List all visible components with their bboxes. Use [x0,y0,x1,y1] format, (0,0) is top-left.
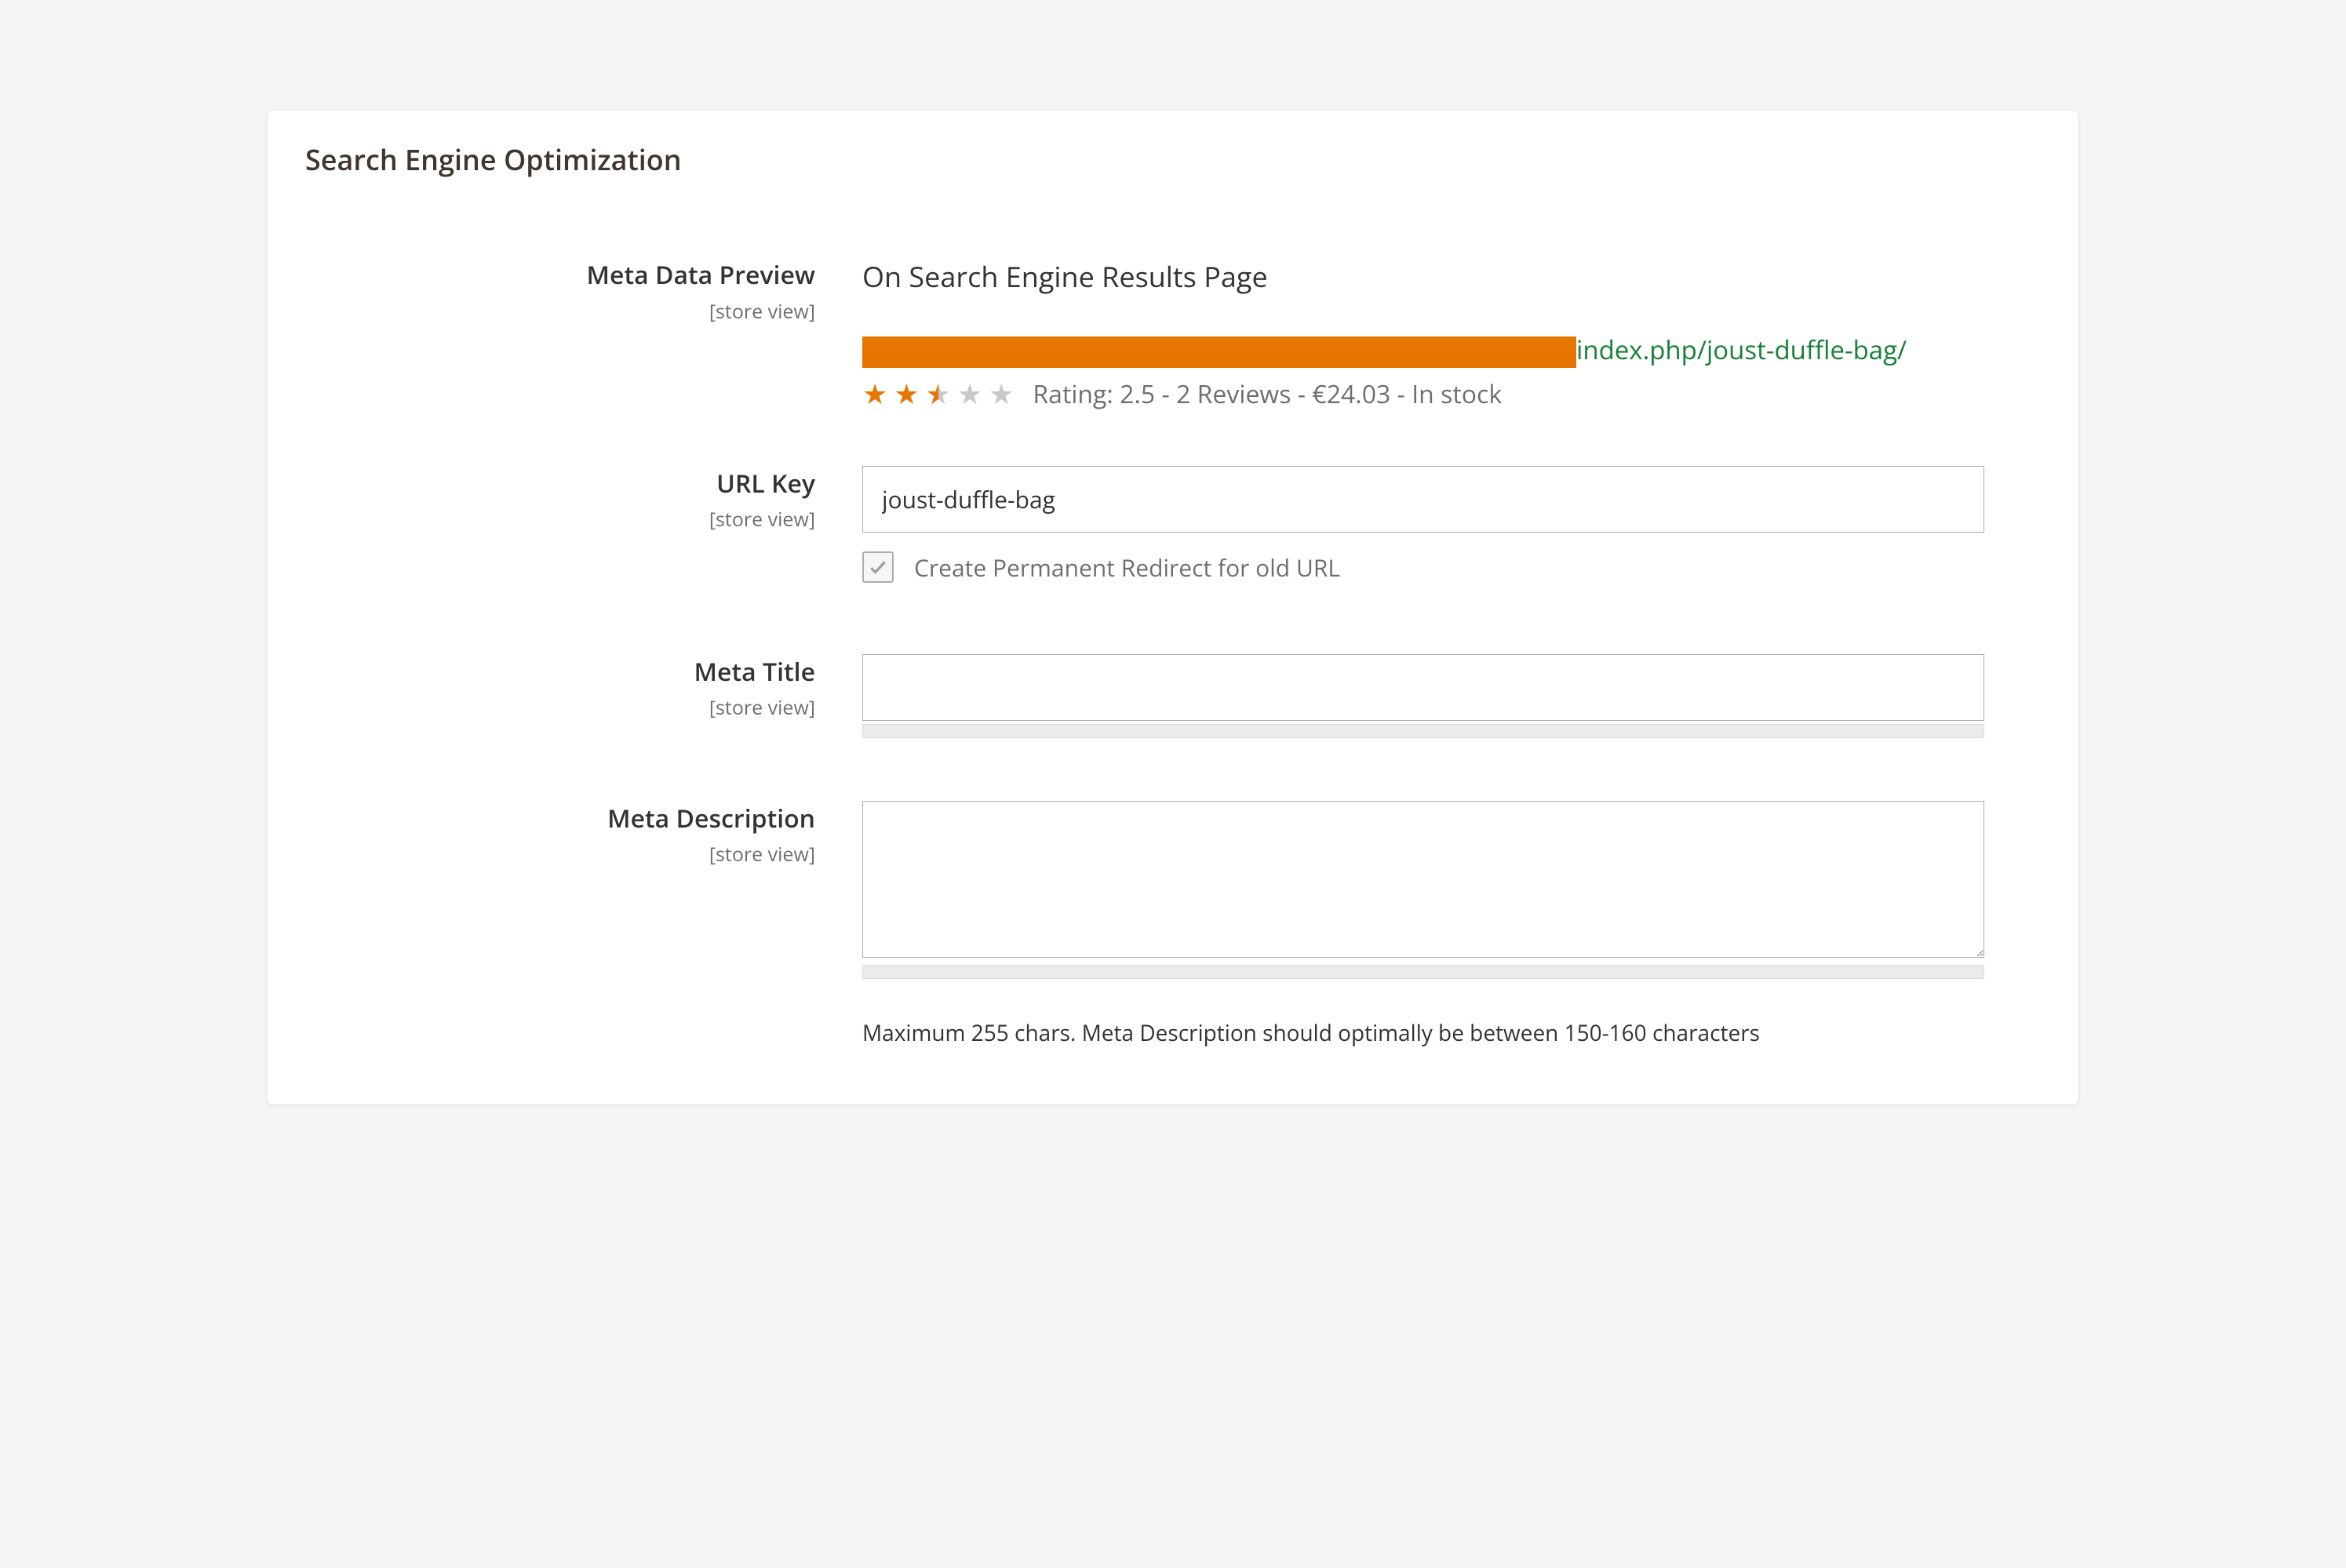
panel-title: Search Engine Optimization [305,140,2041,179]
preview-rating-text: Rating: 2.5 - 2 Reviews - €24.03 - In st… [1033,377,1502,411]
meta-description-length-bar [862,965,1984,979]
label-col-meta-title: Meta Title [store view] [305,654,862,722]
url-key-input[interactable] [862,466,1984,533]
row-meta-title: Meta Title [store view] [305,654,2041,738]
seo-panel: Search Engine Optimization Meta Data Pre… [267,110,2079,1105]
row-url-key: URL Key [store view] Create Permanent Re… [305,466,2041,584]
label-url-key: URL Key [305,467,815,500]
value-col-url-key: Create Permanent Redirect for old URL [862,466,1984,584]
preview-url-visible: index.php/joust-duffle-bag/ [1576,332,1907,367]
scope-meta-preview: [store view] [305,298,815,325]
redirect-checkbox-row: Create Permanent Redirect for old URL [862,551,1984,584]
scope-url-key: [store view] [305,506,815,533]
star-empty-icon: ★ [989,380,1014,408]
scope-meta-title: [store view] [305,694,815,721]
star-empty-icon: ★ [957,380,982,408]
label-meta-preview: Meta Data Preview [305,259,815,292]
check-icon [868,557,888,577]
label-meta-title: Meta Title [305,656,815,689]
star-icon: ★ [894,380,919,408]
row-meta-preview: Meta Data Preview [store view] On Search… [305,257,2041,411]
meta-description-hint: Maximum 255 chars. Meta Description shou… [862,1017,1945,1050]
redirect-checkbox[interactable] [862,551,894,583]
label-meta-description: Meta Description [305,802,815,835]
preview-heading: On Search Engine Results Page [862,257,1984,296]
star-half-icon: ★ [926,380,951,408]
value-col-meta-title [862,654,1984,738]
meta-description-textarea[interactable] [862,801,1984,958]
label-col-meta-description: Meta Description [store view] [305,801,862,868]
label-col-url-key: URL Key [store view] [305,466,862,533]
preview-url: index.php/joust-duffle-bag/ [862,330,1984,369]
value-col-preview: On Search Engine Results Page index.php/… [862,257,1984,411]
preview-rating-line: ★ ★ ★ ★ ★ Rating: 2.5 - 2 Reviews - €24.… [862,377,1984,411]
meta-title-length-bar [862,724,1984,738]
star-icon: ★ [862,380,887,408]
meta-title-input[interactable] [862,654,1984,721]
redirect-checkbox-label: Create Permanent Redirect for old URL [914,551,1340,584]
row-meta-description: Meta Description [store view] Maximum 25… [305,801,2041,1050]
scope-meta-description: [store view] [305,841,815,868]
label-col-preview: Meta Data Preview [store view] [305,257,862,325]
redacted-url-segment [862,337,1576,368]
value-col-meta-description: Maximum 255 chars. Meta Description shou… [862,801,1984,1050]
